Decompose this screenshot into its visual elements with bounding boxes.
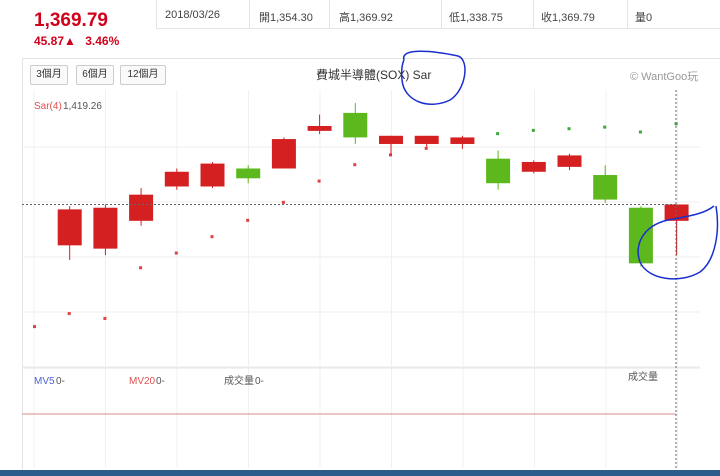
sar-dot: [603, 125, 607, 129]
candle-up[interactable]: [57, 209, 82, 246]
sar-dot: [210, 235, 214, 239]
candlestick-chart[interactable]: Sar(4) 1,419.26 MV5 0- MV20 0- 成交量 0- 成交…: [0, 0, 720, 476]
volume-value: 0-: [255, 376, 264, 387]
sar-dot: [139, 266, 143, 270]
candle-down[interactable]: [236, 168, 261, 179]
mv5-label: MV5: [34, 376, 55, 387]
candle-down[interactable]: [593, 175, 618, 200]
sar-label: Sar(4): [34, 101, 62, 112]
sar-dot: [317, 179, 321, 183]
candle-up[interactable]: [164, 171, 189, 187]
candle-down[interactable]: [343, 112, 368, 138]
candle-up[interactable]: [414, 135, 439, 144]
sar-dot: [531, 128, 535, 132]
candle-up[interactable]: [379, 135, 403, 144]
sar-dot: [246, 218, 250, 222]
sar-dots: [33, 122, 678, 329]
candle-up[interactable]: [450, 137, 475, 144]
candle-up[interactable]: [93, 207, 118, 249]
candle-up[interactable]: [521, 161, 546, 172]
sar-dot: [103, 316, 107, 320]
candles: [57, 103, 689, 267]
candle-up[interactable]: [129, 194, 154, 221]
candle-down[interactable]: [628, 207, 653, 264]
mv5-value: 0-: [56, 376, 65, 387]
sar-dot: [67, 312, 71, 316]
sar-dot: [638, 130, 642, 134]
sar-dot: [496, 132, 500, 136]
mv20-value: 0-: [156, 376, 165, 387]
sar-dot: [33, 325, 36, 329]
candle-down[interactable]: [486, 158, 511, 184]
bottom-scrollbar[interactable]: [0, 470, 720, 476]
sar-dot: [174, 251, 178, 255]
volume-label: 成交量: [224, 374, 254, 387]
grid: [22, 90, 700, 468]
candle-up[interactable]: [200, 163, 225, 187]
hand-drawn-circle-title: [400, 50, 466, 105]
sar-dot: [424, 146, 428, 150]
candle-up[interactable]: [557, 155, 582, 167]
sar-dot: [353, 163, 357, 167]
sar-dot: [281, 200, 285, 204]
sar-value: 1,419.26: [63, 101, 102, 112]
volume-label-right: 成交量: [628, 370, 658, 383]
sar-dot: [567, 127, 571, 131]
candle-up[interactable]: [307, 125, 332, 131]
mv20-label: MV20: [129, 376, 156, 387]
candle-up[interactable]: [271, 139, 296, 169]
